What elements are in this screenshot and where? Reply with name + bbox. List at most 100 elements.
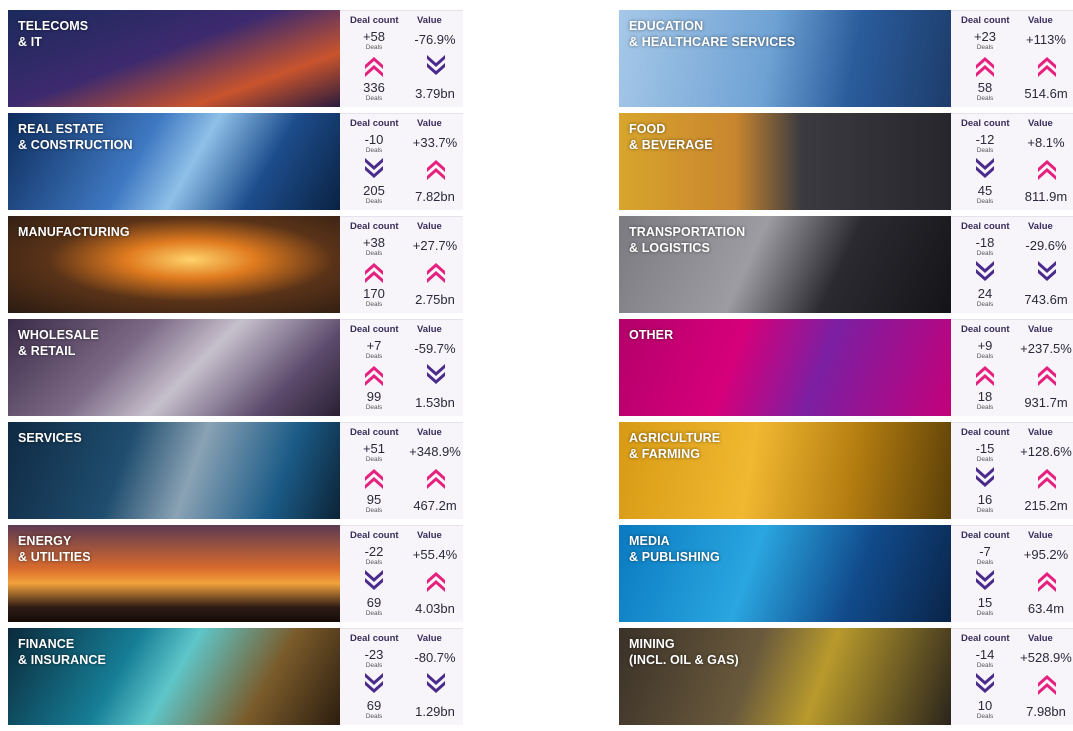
deal-change: -7	[979, 544, 991, 559]
value-total: 4.03bn	[415, 601, 455, 616]
deal-change: -18	[975, 235, 995, 250]
deal-total: 45	[977, 183, 993, 198]
deal-change: -15	[975, 441, 995, 456]
sector-tile: MINING (INCL. OIL & GAS) Deal count Valu…	[619, 628, 1073, 725]
value-change: +113%	[1026, 32, 1066, 47]
down-arrow-icon	[425, 55, 447, 77]
deals-caption: Deals	[365, 507, 383, 514]
deal-change: +9	[977, 338, 993, 353]
left-column: TELECOMS & IT Deal count Value +58 Deals…	[8, 10, 463, 731]
value-change: +95.2%	[1023, 547, 1069, 562]
deal-total: 205	[363, 183, 385, 198]
down-arrow-icon	[363, 158, 385, 180]
value-header: Value	[1028, 633, 1053, 644]
sector-image-food: FOOD & BEVERAGE	[619, 113, 951, 210]
sector-stats: Deal count Value +7 Deals -59.7% 99 Deal…	[340, 319, 463, 416]
deal-count-header: Deal count	[961, 221, 1010, 232]
deal-total: 58	[977, 80, 993, 95]
sector-image-manufacturing: MANUFACTURING	[8, 216, 340, 313]
down-arrow-icon	[1036, 261, 1058, 283]
up-arrow-icon	[425, 570, 447, 592]
value-total: 514.6m	[1024, 86, 1068, 101]
deals-caption: Deals	[365, 44, 383, 51]
value-change: -29.6%	[1025, 238, 1067, 253]
deal-count-header: Deal count	[350, 15, 399, 26]
deal-count-header: Deal count	[961, 530, 1010, 541]
sector-name: TRANSPORTATION & LOGISTICS	[629, 225, 746, 255]
value-header: Value	[417, 633, 442, 644]
deals-caption: Deals	[976, 301, 994, 308]
deals-caption: Deals	[365, 147, 383, 154]
up-arrow-icon	[425, 261, 447, 283]
deal-count-header: Deal count	[350, 633, 399, 644]
deal-count-header: Deal count	[350, 427, 399, 438]
value-total: 1.53bn	[415, 395, 455, 410]
down-arrow-icon	[363, 673, 385, 695]
deal-change: +7	[366, 338, 382, 353]
sector-name: FINANCE & INSURANCE	[18, 637, 106, 667]
value-header: Value	[1028, 221, 1053, 232]
sector-stats: Deal count Value +51 Deals +348.9% 95 De…	[340, 422, 463, 519]
deal-count-header: Deal count	[350, 530, 399, 541]
value-total: 7.98bn	[1026, 704, 1066, 719]
deal-total: 336	[363, 80, 385, 95]
value-total: 3.79bn	[415, 86, 455, 101]
value-change: +8.1%	[1027, 135, 1065, 150]
value-header: Value	[1028, 15, 1053, 26]
deal-change: +58	[362, 29, 386, 44]
deals-caption: Deals	[365, 250, 383, 257]
up-arrow-icon	[1036, 55, 1058, 77]
sector-image-other: OTHER	[619, 319, 951, 416]
deal-total: 95	[366, 492, 382, 507]
sector-image-energy: ENERGY & UTILITIES	[8, 525, 340, 622]
down-arrow-icon	[425, 673, 447, 695]
up-arrow-icon	[1036, 673, 1058, 695]
sector-stats: Deal count Value +38 Deals +27.7% 170 De…	[340, 216, 463, 313]
sector-image-media: MEDIA & PUBLISHING	[619, 525, 951, 622]
deal-change: -10	[364, 132, 384, 147]
sector-image-education: EDUCATION & HEALTHCARE SERVICES	[619, 10, 951, 107]
sector-image-real-estate: REAL ESTATE & CONSTRUCTION	[8, 113, 340, 210]
sector-tile: ENERGY & UTILITIES Deal count Value -22 …	[8, 525, 463, 622]
deals-caption: Deals	[976, 353, 994, 360]
sector-tile: MEDIA & PUBLISHING Deal count Value -7 D…	[619, 525, 1073, 622]
deal-change: -14	[975, 647, 995, 662]
deals-caption: Deals	[365, 353, 383, 360]
value-total: 2.75bn	[415, 292, 455, 307]
sector-tile: REAL ESTATE & CONSTRUCTION Deal count Va…	[8, 113, 463, 210]
sector-tile: MANUFACTURING Deal count Value +38 Deals…	[8, 216, 463, 313]
deal-count-header: Deal count	[350, 221, 399, 232]
sector-name: SERVICES	[18, 431, 82, 445]
deals-caption: Deals	[365, 610, 383, 617]
value-change: -80.7%	[414, 650, 456, 665]
value-total: 811.9m	[1024, 189, 1068, 204]
sector-name: MINING (INCL. OIL & GAS)	[629, 637, 739, 667]
sector-image-transport: TRANSPORTATION & LOGISTICS	[619, 216, 951, 313]
value-total: 7.82bn	[415, 189, 455, 204]
sector-name: ENERGY & UTILITIES	[18, 534, 91, 564]
sector-stats: Deal count Value -12 Deals +8.1% 45 Deal…	[951, 113, 1073, 210]
up-arrow-icon	[425, 158, 447, 180]
deal-total: 69	[366, 698, 382, 713]
deal-change: +51	[362, 441, 386, 456]
value-change: +528.9%	[1020, 650, 1072, 665]
sector-name: REAL ESTATE & CONSTRUCTION	[18, 122, 133, 152]
deals-caption: Deals	[976, 198, 994, 205]
value-change: -59.7%	[414, 341, 456, 356]
value-header: Value	[417, 427, 442, 438]
sector-stats: Deal count Value -23 Deals -80.7% 69 Dea…	[340, 628, 463, 725]
sector-tile: FINANCE & INSURANCE Deal count Value -23…	[8, 628, 463, 725]
sector-name: FOOD & BEVERAGE	[629, 122, 713, 152]
deals-caption: Deals	[365, 662, 383, 669]
sector-name: TELECOMS & IT	[18, 19, 89, 49]
sector-image-mining: MINING (INCL. OIL & GAS)	[619, 628, 951, 725]
down-arrow-icon	[974, 570, 996, 592]
deals-caption: Deals	[365, 301, 383, 308]
value-header: Value	[417, 324, 442, 335]
value-change: +237.5%	[1020, 341, 1072, 356]
deal-total: 69	[366, 595, 382, 610]
deals-caption: Deals	[365, 198, 383, 205]
sector-stats: Deal count Value -15 Deals +128.6% 16 De…	[951, 422, 1073, 519]
value-header: Value	[1028, 427, 1053, 438]
sector-name: AGRICULTURE & FARMING	[629, 431, 721, 461]
